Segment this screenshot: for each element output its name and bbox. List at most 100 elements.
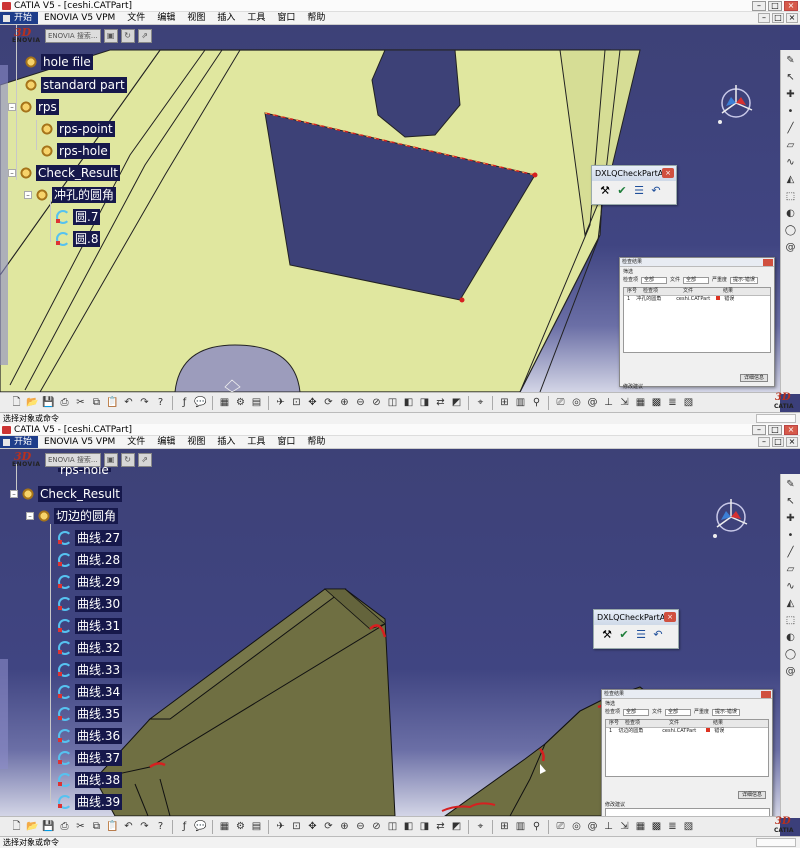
table-icon[interactable]: ▦	[218, 820, 231, 833]
check-icon[interactable]: ✔	[615, 184, 629, 198]
dialog-close-button[interactable]	[761, 691, 771, 698]
tree-item-curve-32[interactable]: 曲线.32	[58, 638, 123, 658]
surface-icon[interactable]: ◭	[784, 597, 798, 611]
map-icon[interactable]: ▧	[682, 820, 695, 833]
tree-item-rps-hole[interactable]: rps-hole	[40, 141, 110, 161]
check-item-select[interactable]: 全部	[641, 277, 668, 284]
iso-view-icon[interactable]: ◫	[386, 820, 399, 833]
result-table[interactable]: 序号 检查项 文件 结果 1 冲孔的圆角 ceshi.CATPart 错误	[623, 287, 771, 353]
rotate-icon[interactable]: ⟳	[322, 396, 335, 409]
formula-icon[interactable]: ƒ	[178, 396, 191, 409]
tree-item-curve-31[interactable]: 曲线.31	[58, 616, 123, 636]
undo-icon[interactable]: ↶	[651, 628, 665, 642]
line-icon[interactable]: ╱	[784, 546, 798, 560]
paste-icon[interactable]: 📋	[106, 820, 119, 833]
enovia-refresh-icon[interactable]: ↻	[120, 453, 135, 467]
layer-icon[interactable]: ▤	[250, 396, 263, 409]
severity-select[interactable]: 提示-错误	[712, 709, 740, 716]
grid-icon[interactable]: ▥	[514, 396, 527, 409]
tree-item-curve-27[interactable]: 曲线.27	[58, 528, 123, 548]
line-icon[interactable]: ╱	[784, 122, 798, 136]
sketcher-icon[interactable]: ✎	[784, 478, 798, 492]
tools-icon[interactable]: ⚙	[234, 396, 247, 409]
tree-item-circle-7[interactable]: 圆.7	[56, 207, 101, 227]
extrude-icon[interactable]: ⬚	[784, 190, 798, 204]
tree-item-rps-point[interactable]: rps-point	[40, 119, 115, 139]
normal-view-icon[interactable]: ⊘	[370, 820, 383, 833]
menu-view[interactable]: 视图	[181, 12, 211, 24]
menu-insert[interactable]: 插入	[211, 12, 241, 24]
menu-window[interactable]: 窗口	[271, 436, 301, 448]
menu-start[interactable]: 开始	[0, 436, 39, 448]
menu-enovia[interactable]: ENOVIA V5 VPM	[38, 12, 121, 24]
enovia-refresh-icon[interactable]: ↻	[120, 29, 135, 43]
sphere-icon[interactable]: ◯	[784, 224, 798, 238]
cut-icon[interactable]: ✂	[74, 396, 87, 409]
layer-icon[interactable]: ▤	[250, 820, 263, 833]
paste-icon[interactable]: 📋	[106, 396, 119, 409]
enovia-save-icon[interactable]: ▣	[103, 453, 118, 467]
specification-tree[interactable]: hole file standard part – rps rps-point r…	[0, 25, 200, 255]
tree-item-check-result[interactable]: – Check_Result	[10, 484, 122, 504]
zoom-out-icon[interactable]: ⊖	[354, 820, 367, 833]
dialog-close-button[interactable]	[763, 259, 773, 266]
matrix-icon[interactable]: ▩	[650, 396, 663, 409]
shading-icon[interactable]: ◧	[402, 820, 415, 833]
map-icon[interactable]: ▧	[682, 396, 695, 409]
table-row[interactable]: 1 切边的圆角 ceshi.CATPart 错误	[606, 728, 768, 735]
dxlq-check-toolbar[interactable]: DXLQCheckPartA... × ⚒ ✔ ☰ ↶	[591, 165, 677, 205]
fit-all-icon[interactable]: ⊡	[290, 396, 303, 409]
enovia-link-icon[interactable]: ⇗	[137, 29, 152, 43]
axis-icon[interactable]: ✚	[784, 88, 798, 102]
list-icon[interactable]: ☰	[634, 628, 648, 642]
menu-file[interactable]: 文件	[121, 12, 151, 24]
doc-restore-button[interactable]: □	[772, 437, 784, 447]
spiral-icon[interactable]: @	[586, 820, 599, 833]
undo-icon[interactable]: ↶	[649, 184, 663, 198]
tools-icon[interactable]: ⚒	[600, 628, 614, 642]
rotate-icon[interactable]: ⟳	[322, 820, 335, 833]
layers-icon[interactable]: ≣	[666, 820, 679, 833]
tree-item-curve-36[interactable]: 曲线.36	[58, 726, 123, 746]
render-icon[interactable]: ◩	[450, 396, 463, 409]
camera-icon[interactable]: ⎚	[554, 820, 567, 833]
knowledge-icon[interactable]: 💬	[194, 820, 207, 833]
maximize-button[interactable]: □	[768, 1, 782, 11]
grid-icon[interactable]: ▦	[634, 820, 647, 833]
enovia-search-button[interactable]: ENOVIA 搜索...	[45, 29, 101, 43]
table-row[interactable]: 1 冲孔的圆角 ceshi.CATPart 错误	[624, 296, 770, 303]
pan-icon[interactable]: ✥	[306, 396, 319, 409]
tree-item-curve-38[interactable]: 曲线.38	[58, 770, 123, 790]
axis-icon[interactable]: ✚	[784, 512, 798, 526]
menu-window[interactable]: 窗口	[271, 12, 301, 24]
print-icon[interactable]: ⎙	[58, 820, 71, 833]
check-result-dialog[interactable]: 检查结果 筛选 检查项 全部 文件 全部 严重度 提示-错误 序号 检查项 文件…	[601, 689, 773, 816]
close-button[interactable]: ×	[784, 1, 798, 11]
redo-icon[interactable]: ↷	[138, 820, 151, 833]
shading-icon[interactable]: ◧	[402, 396, 415, 409]
advice-textarea[interactable]	[605, 808, 770, 816]
knowledge-icon[interactable]: 💬	[194, 396, 207, 409]
command-input[interactable]	[756, 414, 796, 423]
close-button[interactable]: ×	[784, 425, 798, 435]
extrude-icon[interactable]: ⬚	[784, 614, 798, 628]
scale-icon[interactable]: ⇲	[618, 820, 631, 833]
list-icon[interactable]: ☰	[632, 184, 646, 198]
pin-icon[interactable]: ⚲	[530, 820, 543, 833]
detail-button[interactable]: 详细信息	[739, 374, 768, 382]
point-icon[interactable]: •	[784, 529, 798, 543]
plane-icon[interactable]: ▱	[784, 139, 798, 153]
menu-edit[interactable]: 编辑	[151, 436, 181, 448]
menu-edit[interactable]: 编辑	[151, 12, 181, 24]
open-icon[interactable]: 📂	[26, 396, 39, 409]
tree-item-hole-file[interactable]: hole file	[24, 52, 93, 72]
pan-icon[interactable]: ✥	[306, 820, 319, 833]
iso-view-icon[interactable]: ◫	[386, 396, 399, 409]
spiral-icon[interactable]: @	[784, 241, 798, 255]
select-icon[interactable]: ↖	[784, 495, 798, 509]
check-icon[interactable]: ✔	[617, 628, 631, 642]
swap-icon[interactable]: ⇄	[434, 396, 447, 409]
camera-icon[interactable]: ⎚	[554, 396, 567, 409]
doc-close-button[interactable]: ×	[786, 13, 798, 23]
file-select[interactable]: 全部	[683, 277, 710, 284]
